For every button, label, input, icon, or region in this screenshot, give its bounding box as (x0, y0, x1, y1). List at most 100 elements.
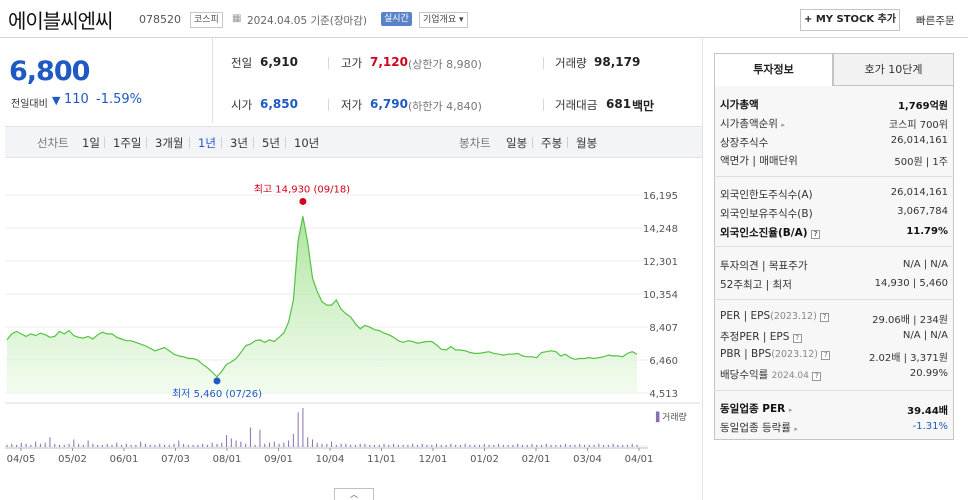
volume-bar (240, 441, 242, 447)
chevron-down-icon: ▾ (459, 15, 464, 25)
volume-bar (536, 444, 538, 447)
volume-bar (412, 443, 414, 447)
period-1y[interactable]: 1년 (198, 135, 216, 151)
volume-bar (35, 441, 37, 447)
volume-bar (226, 435, 228, 447)
tab-invest-info[interactable]: 투자정보 (714, 53, 833, 86)
opinion-value: N/A | N/A (902, 259, 948, 270)
info-icon[interactable]: ? (811, 230, 821, 239)
period-1w[interactable]: 1주일 (113, 135, 141, 151)
company-overview-dropdown[interactable]: 기업개요 ▾ (419, 12, 468, 28)
volume-bar (101, 444, 103, 447)
volume-bar (288, 440, 290, 447)
collapse-chart-button[interactable]: ︿ (334, 488, 374, 500)
add-my-stock-button[interactable]: + MY STOCK 추가 (800, 9, 900, 31)
volume-bar (249, 427, 251, 447)
divider (146, 137, 147, 148)
volume-bar (636, 444, 638, 447)
foreign-holding-value: 3,067,784 (897, 206, 948, 217)
price-chart[interactable]: 최고 14,930 (09/18) 최저 5,460 (07/26) 16,19… (0, 160, 702, 500)
period-5y[interactable]: 5년 (262, 135, 280, 151)
info-icon[interactable]: ? (821, 351, 831, 360)
volume-bar (54, 443, 56, 447)
per-eps-value: 29.06배 | 234원 (872, 315, 948, 326)
x-tick-label: 02/01 (522, 454, 551, 465)
upper-limit: (상한가 8,980) (408, 58, 482, 71)
volume-bar (436, 443, 438, 447)
change-percent: -1.59% (96, 92, 142, 107)
volume-bar (331, 441, 333, 447)
per-eps-label: PER | EPS(2023.12) ? (720, 310, 830, 322)
x-tick-label: 04/05 (7, 454, 36, 465)
info-icon[interactable]: ? (820, 313, 830, 322)
sector-change-label[interactable]: 동일업종 등락률 ▸ (720, 420, 798, 435)
volume-bar (450, 443, 452, 447)
volume-bar (569, 444, 571, 447)
52w-label: 52주최고 | 최저 (720, 279, 792, 291)
divider (543, 99, 544, 111)
amount-value: 681 (606, 97, 632, 111)
company-name: 에이블씨엔씨 (8, 9, 113, 33)
volume-bar (20, 442, 22, 447)
volume-bar (512, 444, 514, 447)
volume-bar (455, 444, 457, 447)
volume-bar (159, 443, 161, 447)
tab-order-book[interactable]: 호가 10단계 (833, 53, 954, 86)
period-1d[interactable]: 1일 (82, 135, 100, 151)
y-tick-label: 6,460 (649, 356, 678, 367)
candle-daily[interactable]: 일봉 (506, 135, 527, 151)
period-3m[interactable]: 3개월 (155, 135, 183, 151)
amount-label: 거래대금 (555, 98, 598, 112)
info-icon[interactable]: ? (812, 372, 822, 381)
sector-per-value: 39.44배 (907, 406, 948, 417)
volume-bar (125, 443, 127, 447)
volume-bar (369, 444, 371, 447)
candle-monthly[interactable]: 월봉 (576, 135, 597, 151)
current-price: 6,800 (9, 56, 90, 87)
divider (328, 99, 329, 111)
overview-label: 기업개요 (423, 15, 457, 25)
high-annotation: 최고 14,930 (09/18) (254, 183, 350, 195)
market-cap-rank-label[interactable]: 시가총액순위 ▸ (720, 116, 785, 131)
market-cap-label: 시가총액 (720, 99, 759, 111)
volume-bar (273, 441, 275, 447)
volume-bar (25, 443, 27, 447)
est-per-value: N/A | N/A (902, 330, 948, 341)
info-icon[interactable]: ? (792, 334, 802, 343)
volume-bar (269, 442, 270, 447)
x-tick-label: 09/01 (264, 454, 293, 465)
volume-bar (106, 443, 108, 447)
quick-order-button[interactable]: 빠른주문 (916, 13, 955, 28)
volume-label: 거래량 (555, 56, 587, 70)
realtime-button[interactable]: 실시간 (381, 12, 412, 26)
volume-value: 98,179 (594, 55, 641, 69)
volume-bar (326, 443, 328, 447)
volume-bar (49, 437, 51, 447)
high-label: 고가 (341, 56, 363, 70)
volume-bar (340, 443, 342, 447)
candle-chart-label: 봉차트 (459, 136, 491, 150)
volume-bar (350, 444, 352, 447)
candle-weekly[interactable]: 주봉 (541, 135, 562, 151)
volume-bar (30, 444, 32, 447)
high-point-marker (299, 197, 307, 205)
change-label: 전일대비 (11, 99, 48, 110)
face-value-value: 500원 | 1주 (894, 157, 948, 168)
volume-bar (359, 443, 361, 447)
divider (328, 57, 329, 69)
volume-bar (259, 429, 261, 447)
volume-bar (216, 443, 218, 447)
prev-close-label: 전일 (231, 56, 253, 70)
volume-bar (483, 443, 485, 447)
volume-bar (612, 443, 614, 447)
volume-bar (6, 444, 8, 447)
sector-per-label[interactable]: 동일업종 PER ▸ (720, 401, 792, 416)
divider (714, 390, 954, 391)
volume-bar (574, 444, 576, 447)
x-tick-label: 07/03 (161, 454, 190, 465)
volume-bar (335, 444, 337, 447)
period-3y[interactable]: 3년 (230, 135, 248, 151)
period-10y[interactable]: 10년 (294, 135, 319, 151)
volume-bar (187, 444, 189, 447)
face-value-label: 액면가 | 매매단위 (720, 155, 798, 167)
